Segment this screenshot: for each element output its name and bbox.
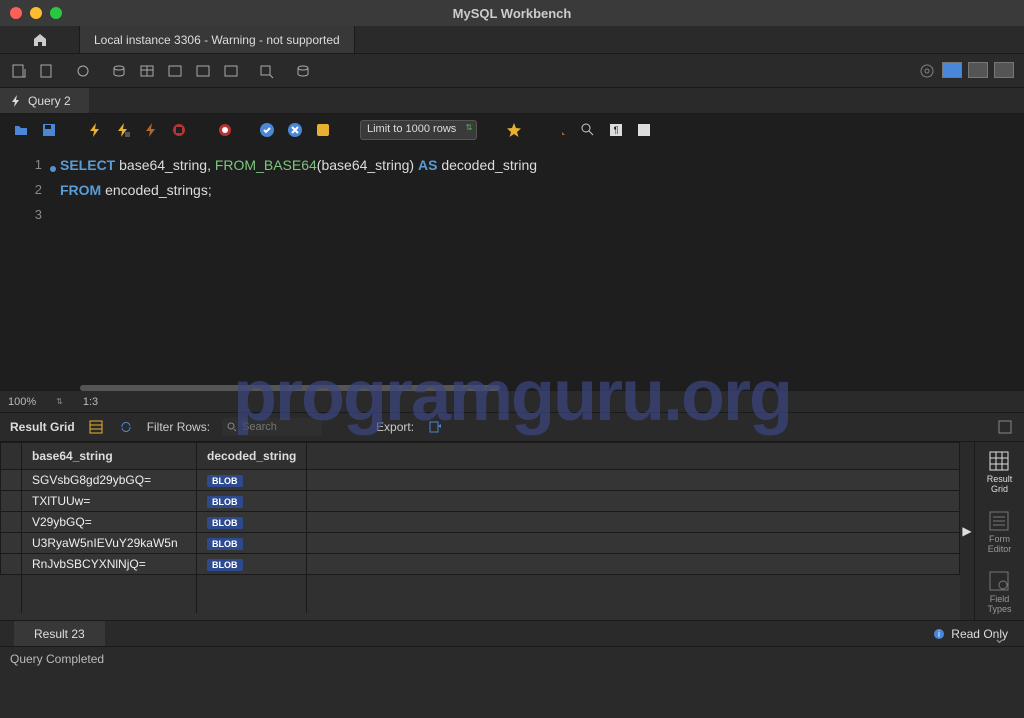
result-tab-bar: Result 23 i Read Only — [0, 620, 1024, 646]
word-wrap-icon[interactable] — [635, 121, 653, 139]
field-types-tool[interactable]: Field Types — [987, 570, 1011, 614]
open-sql-file-icon[interactable] — [38, 62, 56, 80]
connection-tab-bar: Local instance 3306 - Warning - not supp… — [0, 26, 1024, 54]
autocommit-icon[interactable] — [314, 121, 332, 139]
sql-editor[interactable]: 1 SELECT base64_string, FROM_BASE64(base… — [0, 146, 1024, 390]
toggle-icon[interactable] — [216, 121, 234, 139]
minimize-window-button[interactable] — [30, 7, 42, 19]
result-grid[interactable]: base64_string decoded_string SGVsbG8gd29… — [0, 442, 960, 620]
table-row[interactable]: TXlTUUw=BLOB — [1, 491, 960, 512]
close-window-button[interactable] — [10, 7, 22, 19]
limit-rows-label: Limit to 1000 rows — [367, 123, 456, 135]
open-file-icon[interactable] — [12, 121, 30, 139]
horizontal-scrollbar[interactable] — [80, 385, 500, 391]
table-row[interactable]: SGVsbG8gd29ybGQ=BLOB — [1, 470, 960, 491]
explain-icon[interactable] — [142, 121, 160, 139]
cursor-position: 1:3 — [83, 396, 98, 408]
read-only-indicator: i Read Only — [933, 627, 1008, 641]
status-text: Query Completed — [10, 652, 104, 666]
window-title: MySQL Workbench — [453, 6, 572, 21]
column-header[interactable]: base64_string — [22, 443, 197, 470]
expand-arrow-icon[interactable]: ▶ — [962, 524, 971, 538]
window-controls — [10, 7, 62, 19]
inspector-icon[interactable] — [74, 62, 92, 80]
editor-line: 2 FROM encoded_strings; — [0, 177, 1024, 202]
editor-toolbar: Limit to 1000 rows ⇅ ¶ — [0, 114, 1024, 146]
query-tab-bar: Query 2 — [0, 88, 1024, 114]
result-tab[interactable]: Result 23 — [14, 621, 105, 646]
limit-rows-select[interactable]: Limit to 1000 rows ⇅ — [360, 120, 477, 140]
new-sql-tab-icon[interactable] — [10, 62, 28, 80]
search-table-data-icon[interactable] — [258, 62, 276, 80]
select-arrows-icon: ⇅ — [466, 123, 473, 132]
execute-icon[interactable] — [86, 121, 104, 139]
result-grid-label: Result Grid — [10, 420, 75, 434]
query-tab-label: Query 2 — [28, 94, 71, 108]
line-number: 1 — [0, 157, 60, 172]
svg-text:i: i — [938, 629, 940, 639]
connection-tab[interactable]: Local instance 3306 - Warning - not supp… — [80, 26, 355, 53]
filter-rows-label: Filter Rows: — [147, 420, 210, 434]
editor-line: 3 — [0, 202, 1024, 227]
column-header-empty — [307, 443, 960, 470]
stop-icon[interactable] — [170, 121, 188, 139]
grid-tool-icon — [988, 450, 1010, 472]
export-icon[interactable] — [426, 418, 444, 436]
create-view-icon[interactable] — [166, 62, 184, 80]
create-function-icon[interactable] — [222, 62, 240, 80]
column-header[interactable]: decoded_string — [197, 443, 307, 470]
table-row[interactable]: RnJvbSBCYXNlNjQ=BLOB — [1, 554, 960, 575]
line-number: 3 — [0, 207, 60, 222]
line-number: 2 — [0, 182, 60, 197]
form-editor-tool[interactable]: Form Editor — [988, 510, 1012, 554]
save-file-icon[interactable] — [40, 121, 58, 139]
create-schema-icon[interactable] — [110, 62, 128, 80]
bottom-panel-toggle[interactable] — [968, 62, 988, 78]
refresh-icon[interactable] — [117, 418, 135, 436]
statement-marker-icon — [50, 166, 56, 172]
field-types-icon — [988, 570, 1010, 592]
zoom-arrows-icon[interactable]: ⇅ — [56, 397, 63, 406]
wrap-icon[interactable]: ¶ — [607, 121, 625, 139]
right-panel-toggle[interactable] — [994, 62, 1014, 78]
settings-gear-icon[interactable] — [918, 62, 936, 80]
editor-footer: 100% ⇅ 1:3 — [0, 390, 1024, 412]
titlebar: MySQL Workbench — [0, 0, 1024, 26]
result-grid-icon[interactable] — [87, 418, 105, 436]
create-table-icon[interactable] — [138, 62, 156, 80]
beautify-icon[interactable] — [505, 121, 523, 139]
search-icon — [226, 421, 238, 433]
main-toolbar — [0, 54, 1024, 88]
zoom-level[interactable]: 100% — [8, 396, 36, 408]
home-tab[interactable] — [0, 26, 80, 53]
info-icon: i — [933, 628, 945, 640]
invisible-chars-icon[interactable] — [579, 121, 597, 139]
editor-line: 1 SELECT base64_string, FROM_BASE64(base… — [0, 152, 1024, 177]
results-toolbar: Result Grid Filter Rows: Export: — [0, 412, 1024, 442]
find-icon[interactable] — [551, 121, 569, 139]
maximize-window-button[interactable] — [50, 7, 62, 19]
table-row[interactable]: V29ybGQ=BLOB — [1, 512, 960, 533]
lightning-icon — [10, 95, 22, 107]
wrap-cells-icon[interactable] — [996, 418, 1014, 436]
query-tab[interactable]: Query 2 — [0, 88, 89, 113]
execute-current-icon[interactable] — [114, 121, 132, 139]
result-side-tools: Result Grid Form Editor Field Types ⌄ — [974, 442, 1024, 620]
export-label: Export: — [376, 420, 414, 434]
commit-icon[interactable] — [258, 121, 276, 139]
left-panel-toggle[interactable] — [942, 62, 962, 78]
svg-text:¶: ¶ — [614, 125, 619, 135]
create-procedure-icon[interactable] — [194, 62, 212, 80]
result-grid-tool[interactable]: Result Grid — [987, 450, 1013, 494]
table-row[interactable]: U3RyaW5nIEVuY29kaW5nBLOB — [1, 533, 960, 554]
status-bar: Query Completed — [0, 646, 1024, 670]
form-tool-icon — [988, 510, 1010, 532]
rollback-icon[interactable] — [286, 121, 304, 139]
reconnect-icon[interactable] — [294, 62, 312, 80]
results-area: base64_string decoded_string SGVsbG8gd29… — [0, 442, 1024, 620]
home-icon — [32, 32, 48, 48]
